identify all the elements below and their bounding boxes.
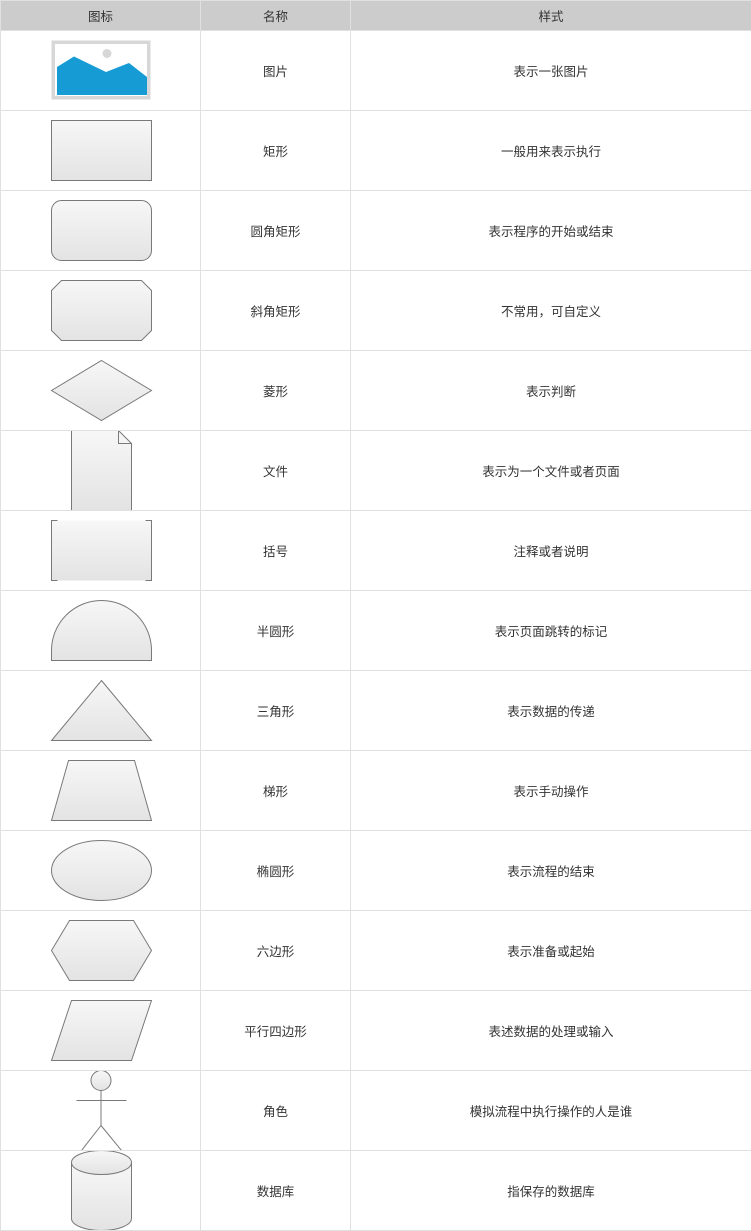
row-style: 表示一张图片 bbox=[350, 30, 751, 111]
icon-cell bbox=[0, 590, 201, 671]
row-style: 模拟流程中执行操作的人是谁 bbox=[350, 1070, 751, 1151]
semicircle-icon bbox=[51, 600, 152, 661]
row-name: 半圆形 bbox=[200, 590, 351, 671]
table-row: 斜角矩形 不常用，可自定义 bbox=[0, 270, 751, 351]
table-row: 圆角矩形 表示程序的开始或结束 bbox=[0, 190, 751, 271]
row-style: 表述数据的处理或输入 bbox=[350, 990, 751, 1071]
table-row: 梯形 表示手动操作 bbox=[0, 750, 751, 831]
icon-cell bbox=[0, 830, 201, 911]
icon-cell bbox=[0, 750, 201, 831]
icon-cell bbox=[0, 510, 201, 591]
row-style: 表示页面跳转的标记 bbox=[350, 590, 751, 671]
icon-cell bbox=[0, 190, 201, 271]
row-name: 数据库 bbox=[200, 1150, 351, 1231]
table-header-row: 图标 名称 样式 bbox=[0, 0, 751, 31]
icon-cell bbox=[0, 30, 201, 111]
icon-cell bbox=[0, 990, 201, 1071]
shape-legend-table: 图标 名称 样式 图片 表示一张图片 矩形 一般用来表示执行 圆角矩形 表示程序… bbox=[0, 0, 751, 1231]
rounded-rectangle-icon bbox=[51, 200, 152, 261]
row-name: 平行四边形 bbox=[200, 990, 351, 1071]
actor-icon bbox=[76, 1071, 127, 1150]
row-name: 三角形 bbox=[200, 670, 351, 751]
bracket-icon bbox=[51, 520, 152, 581]
row-name: 文件 bbox=[200, 430, 351, 511]
parallelogram-icon bbox=[50, 1000, 153, 1061]
table-row: 平行四边形 表述数据的处理或输入 bbox=[0, 990, 751, 1071]
beveled-rectangle-icon bbox=[51, 280, 152, 341]
icon-cell bbox=[0, 350, 201, 431]
database-icon bbox=[71, 1151, 132, 1230]
table-row: 括号 注释或者说明 bbox=[0, 510, 751, 591]
icon-cell bbox=[0, 1150, 201, 1231]
row-name: 角色 bbox=[200, 1070, 351, 1151]
diamond-icon bbox=[50, 359, 153, 422]
image-icon bbox=[51, 40, 151, 100]
rectangle-icon bbox=[51, 120, 152, 181]
table-row: 三角形 表示数据的传递 bbox=[0, 670, 751, 751]
row-name: 括号 bbox=[200, 510, 351, 591]
row-name: 梯形 bbox=[200, 750, 351, 831]
table-row: 文件 表示为一个文件或者页面 bbox=[0, 430, 751, 511]
row-name: 椭圆形 bbox=[200, 830, 351, 911]
table-row: 图片 表示一张图片 bbox=[0, 30, 751, 111]
icon-cell bbox=[0, 910, 201, 991]
row-name: 菱形 bbox=[200, 350, 351, 431]
table-row: 菱形 表示判断 bbox=[0, 350, 751, 431]
row-name: 图片 bbox=[200, 30, 351, 111]
table-row: 矩形 一般用来表示执行 bbox=[0, 110, 751, 191]
row-name: 六边形 bbox=[200, 910, 351, 991]
table-row: 角色 模拟流程中执行操作的人是谁 bbox=[0, 1070, 751, 1151]
trapezoid-icon bbox=[50, 760, 153, 821]
header-name: 名称 bbox=[200, 0, 351, 31]
table-row: 半圆形 表示页面跳转的标记 bbox=[0, 590, 751, 671]
row-style: 不常用，可自定义 bbox=[350, 270, 751, 351]
header-icon: 图标 bbox=[0, 0, 201, 31]
row-name: 圆角矩形 bbox=[200, 190, 351, 271]
row-style: 表示判断 bbox=[350, 350, 751, 431]
icon-cell bbox=[0, 110, 201, 191]
header-style: 样式 bbox=[350, 0, 751, 31]
row-style: 表示流程的结束 bbox=[350, 830, 751, 911]
icon-cell bbox=[0, 270, 201, 351]
row-name: 矩形 bbox=[200, 110, 351, 191]
icon-cell bbox=[0, 1070, 201, 1151]
triangle-icon bbox=[50, 679, 153, 741]
ellipse-icon bbox=[51, 840, 152, 901]
row-style: 表示数据的传递 bbox=[350, 670, 751, 751]
row-style: 表示程序的开始或结束 bbox=[350, 190, 751, 271]
row-style: 表示准备或起始 bbox=[350, 910, 751, 991]
table-row: 椭圆形 表示流程的结束 bbox=[0, 830, 751, 911]
row-name: 斜角矩形 bbox=[200, 270, 351, 351]
row-style: 指保存的数据库 bbox=[350, 1150, 751, 1231]
table-row: 六边形 表示准备或起始 bbox=[0, 910, 751, 991]
document-icon bbox=[71, 431, 132, 510]
table-row: 数据库 指保存的数据库 bbox=[0, 1150, 751, 1231]
hexagon-icon bbox=[50, 920, 153, 981]
icon-cell bbox=[0, 670, 201, 751]
row-style: 表示为一个文件或者页面 bbox=[350, 430, 751, 511]
row-style: 注释或者说明 bbox=[350, 510, 751, 591]
icon-cell bbox=[0, 430, 201, 511]
row-style: 一般用来表示执行 bbox=[350, 110, 751, 191]
row-style: 表示手动操作 bbox=[350, 750, 751, 831]
